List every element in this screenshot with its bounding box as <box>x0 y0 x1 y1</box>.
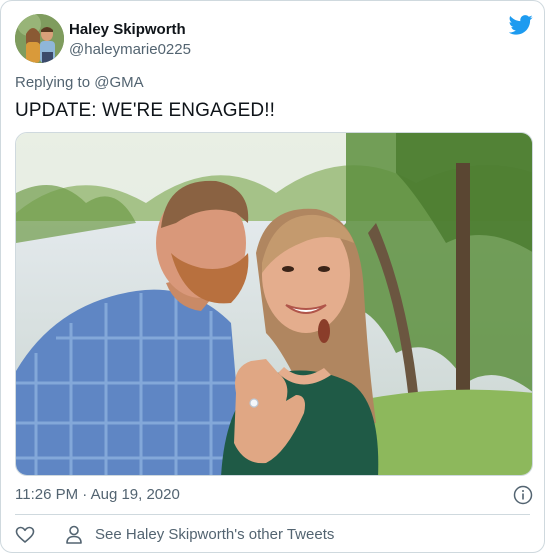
author-name[interactable]: Haley Skipworth <box>69 21 186 38</box>
info-icon[interactable] <box>513 485 533 505</box>
heart-icon[interactable] <box>15 525 35 545</box>
action-divider <box>15 514 530 515</box>
replying-to: Replying to @GMA <box>15 74 144 91</box>
tweet-text: UPDATE: WE'RE ENGAGED!! <box>15 100 275 121</box>
tweet-photo[interactable] <box>15 132 533 476</box>
tweet-timestamp[interactable]: 11:26 PM · Aug 19, 2020 <box>15 486 180 503</box>
person-icon[interactable] <box>65 525 83 545</box>
twitter-bird-icon[interactable] <box>509 15 533 35</box>
tweet-card[interactable]: Haley Skipworth @haleymarie0225 Replying… <box>0 0 545 553</box>
other-tweets-link[interactable]: See Haley Skipworth's other Tweets <box>95 526 334 543</box>
author-handle[interactable]: @haleymarie0225 <box>69 41 191 58</box>
reply-mention-link[interactable]: @GMA <box>94 74 143 91</box>
replying-prefix: Replying to <box>15 74 95 91</box>
author-avatar[interactable] <box>15 14 64 63</box>
